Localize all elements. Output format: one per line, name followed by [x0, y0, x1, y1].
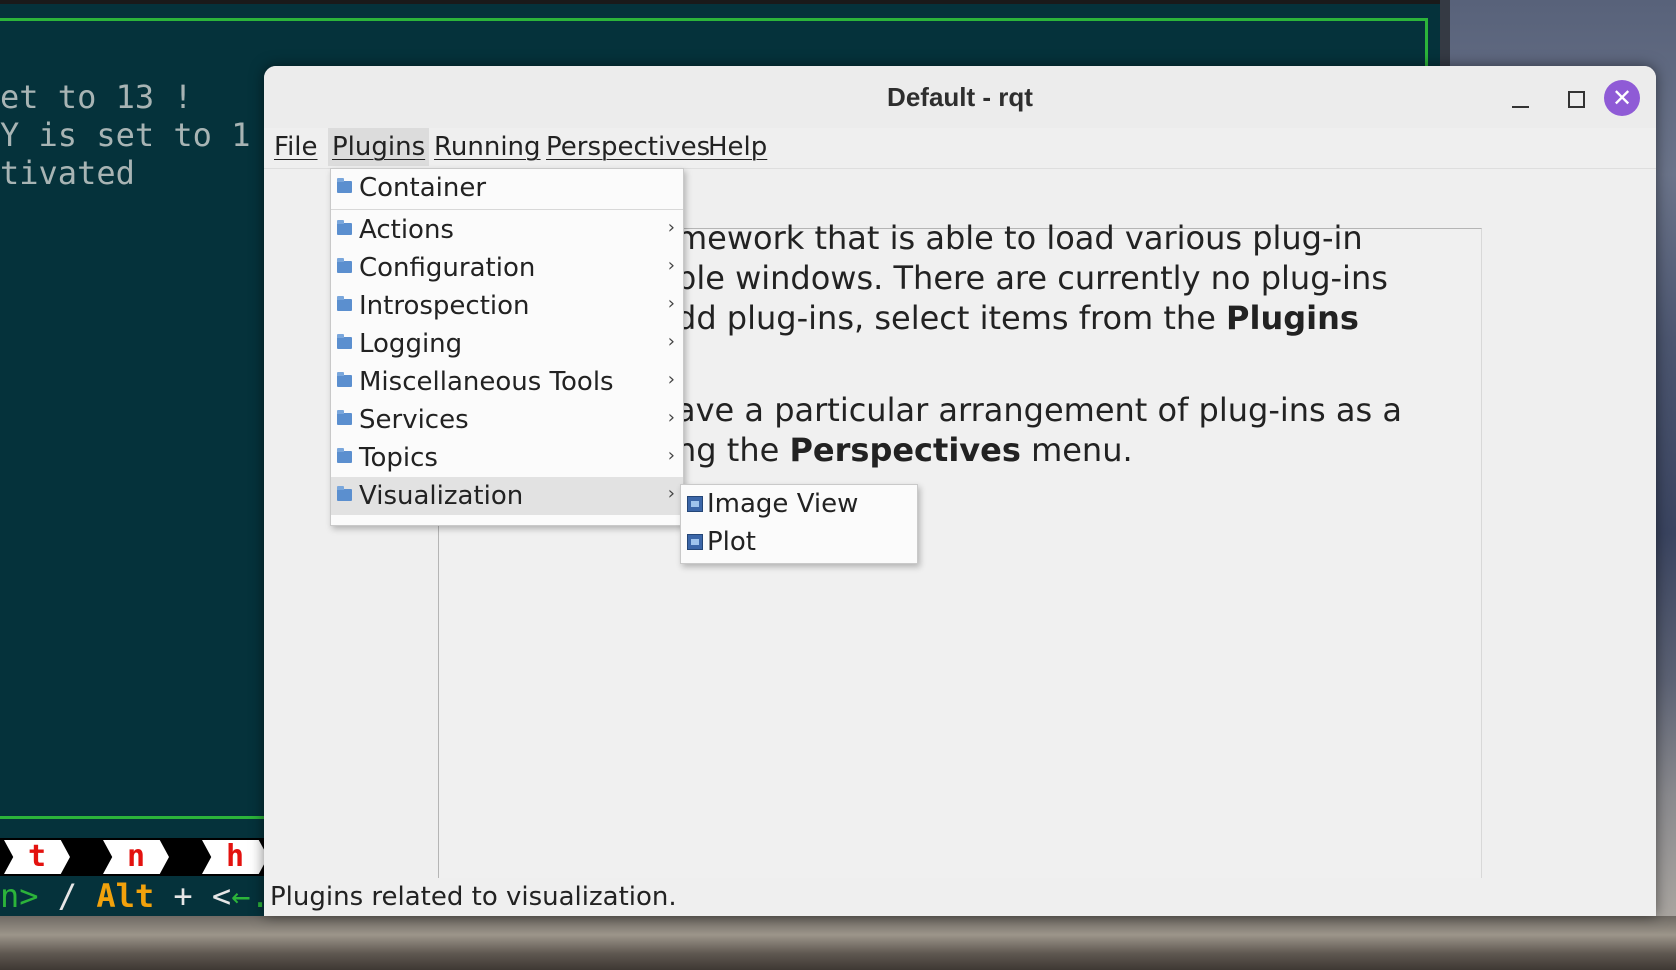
close-icon: ✕ — [1611, 84, 1633, 112]
menu-running[interactable]: Running — [430, 128, 545, 166]
intro-text-line: ble windows. There are currently no plug… — [676, 259, 1388, 297]
menu-item-topics[interactable]: Topics › — [331, 439, 683, 477]
maximize-button[interactable] — [1556, 84, 1596, 116]
hint-part: + < — [154, 877, 232, 915]
status-text: Plugins related to visualization. — [270, 882, 677, 912]
menu-item-actions[interactable]: Actions › — [331, 211, 683, 249]
folder-icon — [337, 486, 352, 501]
folder-icon — [337, 258, 352, 273]
menu-item-plot[interactable]: Plot — [681, 523, 917, 561]
folder-icon — [337, 448, 352, 463]
terminal-hint: n> / Alt + <←. — [0, 876, 270, 916]
menu-perspectives[interactable]: Perspectives — [542, 128, 714, 166]
hint-part: n> — [0, 877, 39, 915]
plot-icon — [687, 534, 703, 550]
hint-part: Alt — [96, 877, 155, 915]
intro-text-line: ave a particular arrangement of plug-ins… — [676, 391, 1402, 429]
intro-text: ng the — [676, 431, 790, 469]
menu-help[interactable]: Help — [704, 128, 771, 166]
window-title: Default - rqt — [887, 82, 1033, 112]
terminal-output-line: Y is set to 1 — [0, 116, 251, 154]
terminal-output-line: tivated — [0, 154, 135, 192]
menu-item-configuration[interactable]: Configuration › — [331, 249, 683, 287]
terminal-pane-border — [0, 18, 1428, 21]
folder-icon — [337, 296, 352, 311]
menu-item-introspection[interactable]: Introspection › — [331, 287, 683, 325]
terminal-pane-border — [1425, 18, 1428, 68]
menu-item-label: Miscellaneous Tools — [359, 367, 614, 397]
chevron-right-icon: › — [667, 407, 675, 428]
menu-file[interactable]: File — [270, 128, 322, 166]
menu-item-label: Actions — [359, 215, 454, 245]
menu-item-label: Configuration — [359, 253, 536, 283]
menu-plugins[interactable]: Plugins — [328, 128, 430, 166]
minimize-button[interactable] — [1500, 84, 1540, 116]
image-view-icon — [687, 496, 703, 512]
menu-separator — [331, 209, 683, 210]
intro-bold-text: Perspectives — [789, 431, 1021, 469]
menu-item-label: Topics — [359, 443, 438, 473]
chevron-right-icon: › — [667, 445, 675, 466]
menu-item-container[interactable]: Container — [331, 169, 683, 207]
menu-item-label: Visualization — [359, 481, 524, 511]
key-chip: t — [4, 840, 70, 874]
menu-item-label: Image View — [707, 489, 859, 519]
intro-text-line: ng the Perspectives menu. — [676, 430, 1133, 470]
menu-item-label: Container — [359, 173, 487, 203]
terminal-pane-border — [0, 816, 270, 819]
chevron-right-icon: › — [667, 369, 675, 390]
chevron-right-icon: › — [667, 331, 675, 352]
chevron-right-icon: › — [667, 293, 675, 314]
folder-icon — [337, 372, 352, 387]
intro-text-line: mework that is able to load various plug… — [676, 219, 1363, 257]
menu-item-image-view[interactable]: Image View — [681, 485, 917, 523]
intro-text-line: dd plug-ins, select items from the Plugi… — [676, 298, 1359, 338]
menu-bar: File Plugins Running Perspectives Help — [264, 128, 1656, 169]
chevron-right-icon: › — [667, 483, 675, 504]
maximize-icon — [1568, 91, 1585, 108]
folder-icon — [337, 220, 352, 235]
chevron-right-icon: › — [667, 255, 675, 276]
status-bar: Plugins related to visualization. — [264, 878, 1656, 916]
folder-icon — [337, 178, 352, 193]
title-bar[interactable]: Default - rqt ✕ — [264, 66, 1656, 128]
minimize-icon — [1512, 106, 1529, 108]
menu-item-label: Services — [359, 405, 469, 435]
hint-part: / — [38, 877, 97, 915]
intro-text: dd plug-ins, select items from the — [676, 299, 1227, 337]
key-chip: h — [202, 840, 268, 874]
intro-bold-text: Plugins — [1226, 299, 1359, 337]
terminal-top-border — [0, 0, 1440, 4]
terminal-output-line: et to 13 ! — [0, 78, 193, 116]
menu-item-miscellaneous-tools[interactable]: Miscellaneous Tools › — [331, 363, 683, 401]
close-button[interactable]: ✕ — [1604, 80, 1640, 116]
folder-icon — [337, 334, 352, 349]
visualization-submenu: Image View Plot — [680, 484, 918, 564]
menu-item-logging[interactable]: Logging › — [331, 325, 683, 363]
menu-item-label: Introspection — [359, 291, 530, 321]
menu-item-label: Logging — [359, 329, 463, 359]
menu-item-services[interactable]: Services › — [331, 401, 683, 439]
folder-icon — [337, 410, 352, 425]
key-chip: n — [103, 840, 169, 874]
chevron-right-icon: › — [667, 217, 675, 238]
desktop-wallpaper-bottom — [0, 916, 1676, 970]
menu-item-label: Plot — [707, 527, 757, 557]
menu-item-visualization[interactable]: Visualization › — [331, 477, 683, 515]
plugins-dropdown: Container Actions › Configuration › Intr… — [330, 168, 684, 526]
intro-text: menu. — [1020, 431, 1133, 469]
